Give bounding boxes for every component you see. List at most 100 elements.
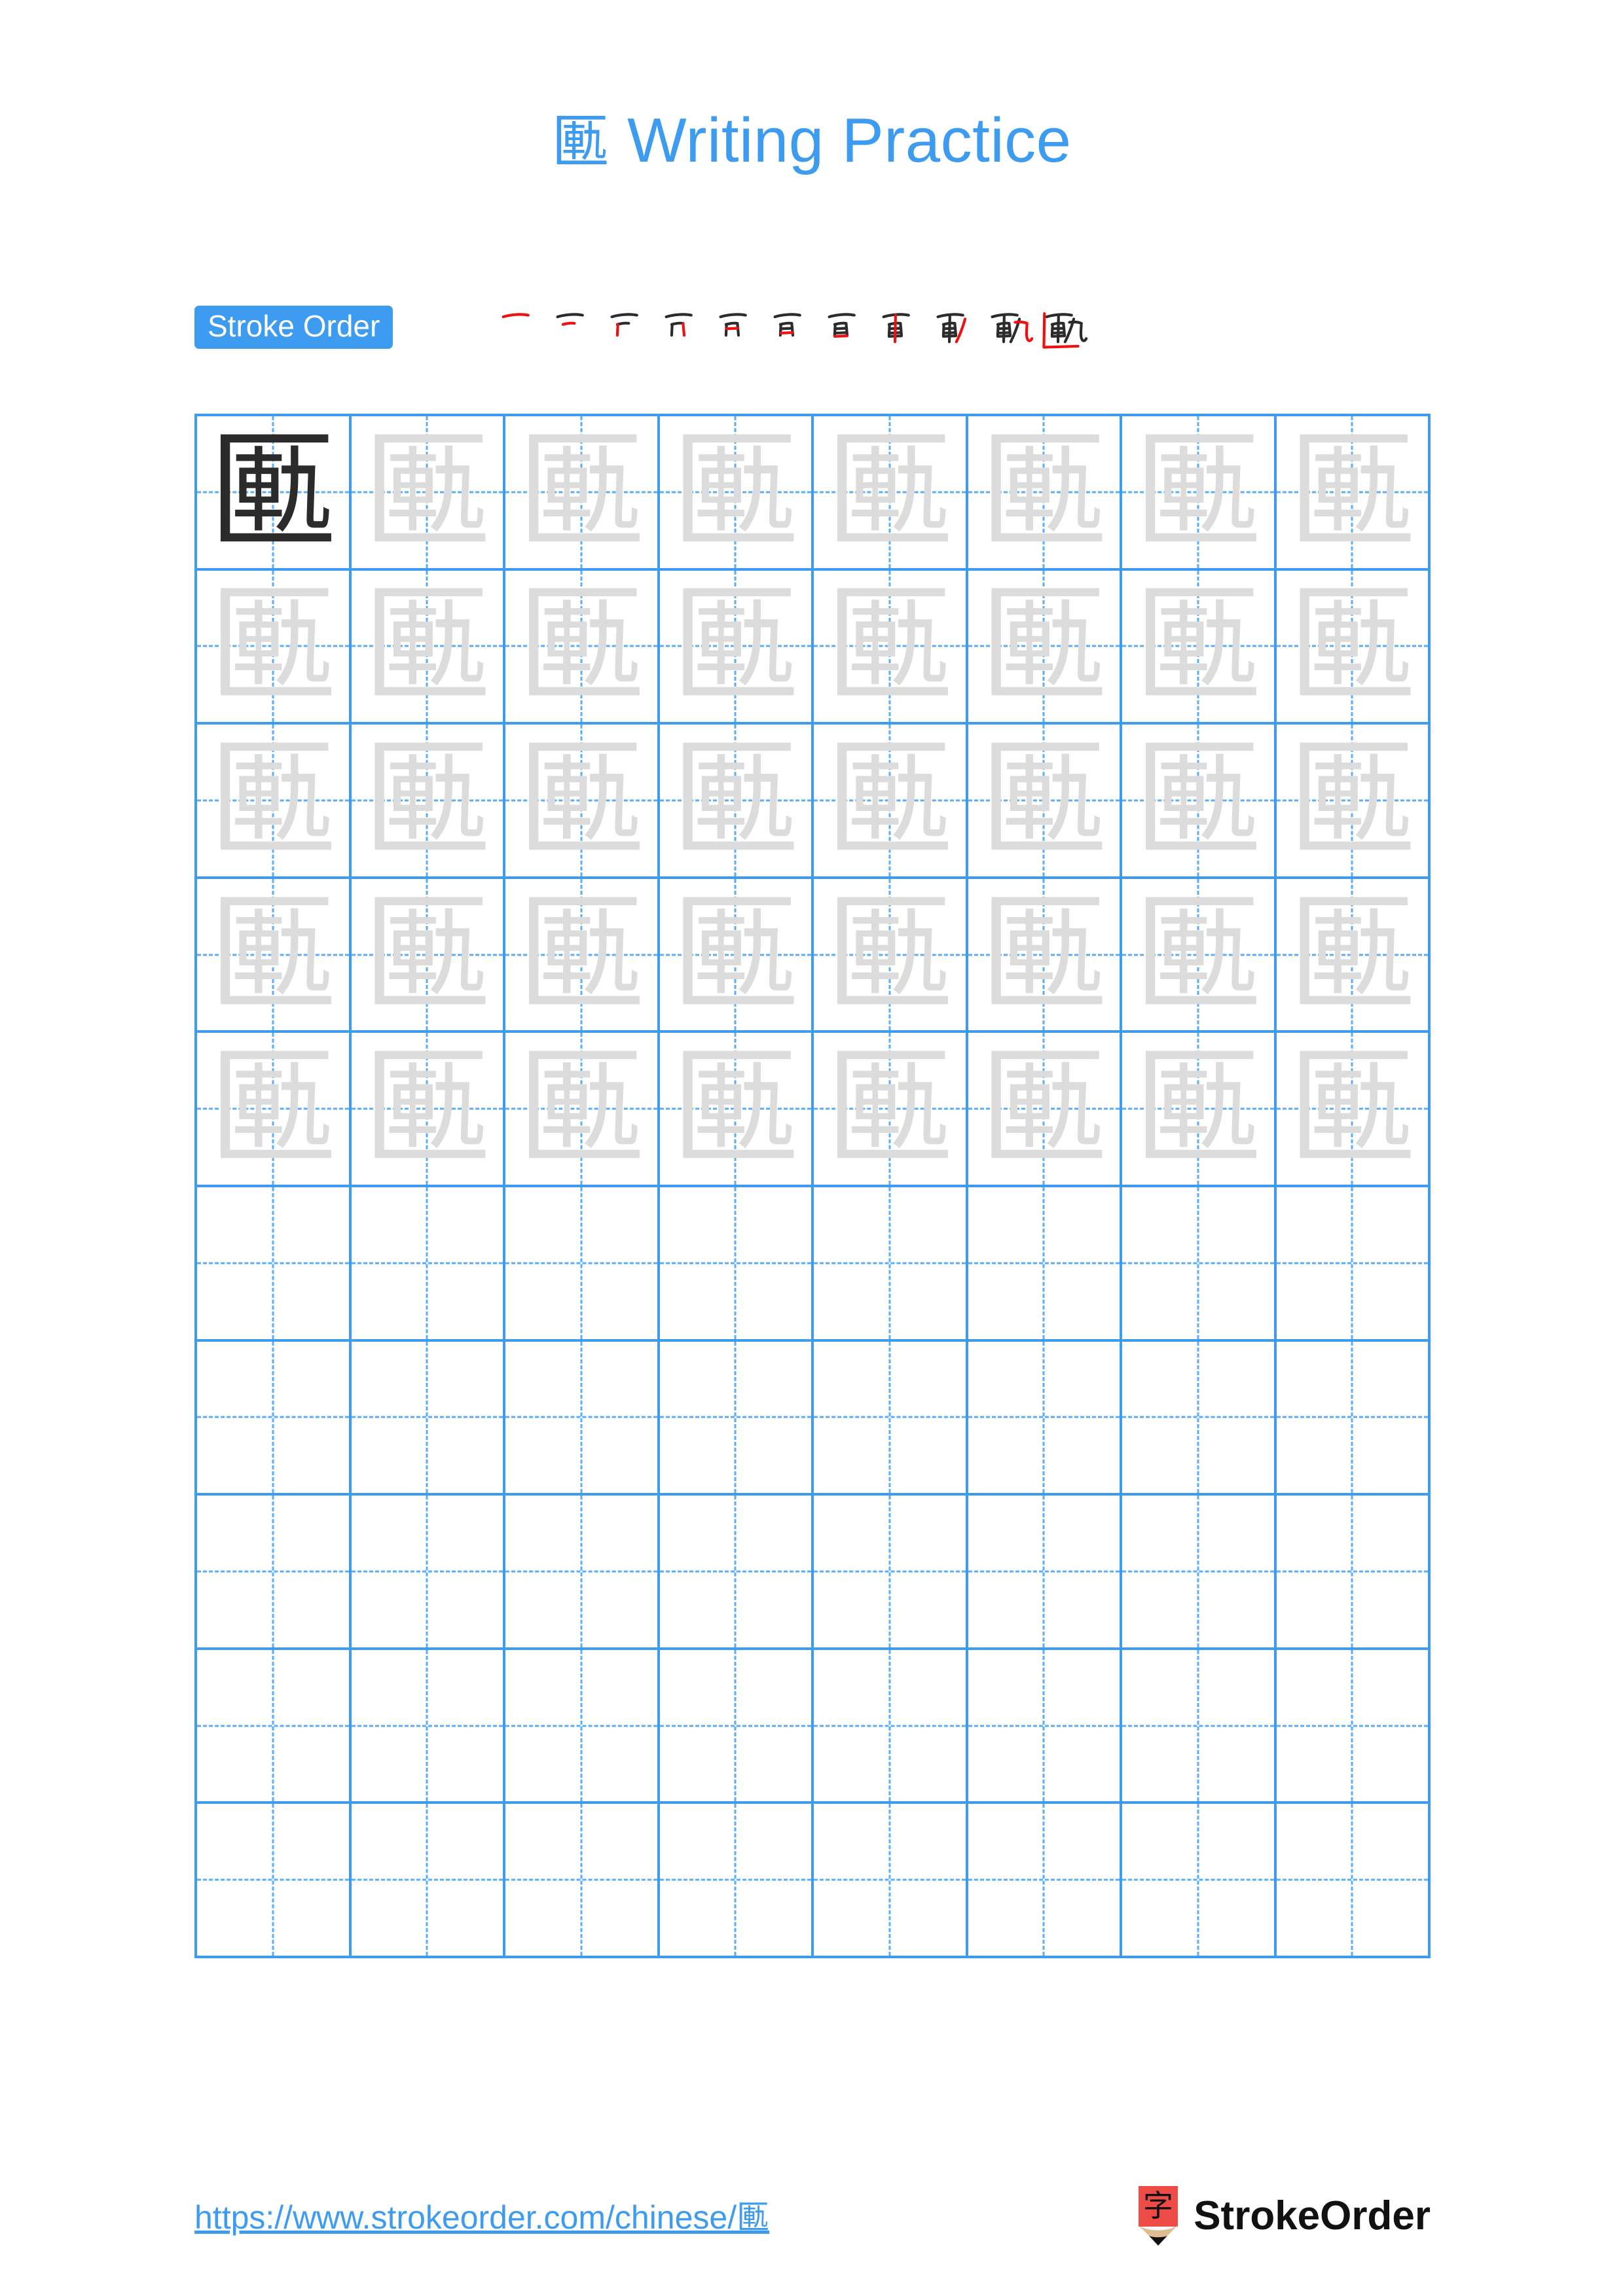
practice-cell-r7-c1[interactable]	[197, 1341, 352, 1496]
practice-cell-r6-c3[interactable]	[505, 1187, 660, 1342]
practice-cell-r9-c6[interactable]	[968, 1649, 1122, 1804]
practice-cell-r3-c5[interactable]: 匭	[814, 725, 968, 879]
practice-cell-r2-c6[interactable]: 匭	[968, 570, 1122, 725]
practice-cell-r6-c1[interactable]	[197, 1187, 352, 1342]
practice-cell-r5-c6[interactable]: 匭	[968, 1033, 1122, 1187]
practice-cell-r8-c1[interactable]	[197, 1496, 352, 1650]
practice-cell-r7-c3[interactable]	[505, 1341, 660, 1496]
practice-cell-r8-c5[interactable]	[814, 1496, 968, 1650]
practice-cell-r3-c2[interactable]: 匭	[351, 725, 505, 879]
practice-cell-r1-c1[interactable]: 匭	[197, 416, 352, 571]
trace-character: 匭	[1133, 417, 1262, 567]
practice-cell-r6-c7[interactable]	[1122, 1187, 1277, 1342]
trace-character: 匭	[1288, 571, 1417, 721]
practice-cell-r6-c6[interactable]	[968, 1187, 1122, 1342]
practice-cell-r5-c7[interactable]: 匭	[1122, 1033, 1277, 1187]
practice-cell-r1-c7[interactable]: 匭	[1122, 416, 1277, 571]
svg-text:字: 字	[1143, 2188, 1173, 2223]
practice-cell-r9-c1[interactable]	[197, 1649, 352, 1804]
practice-cell-r2-c1[interactable]: 匭	[197, 570, 352, 725]
practice-cell-r6-c4[interactable]	[659, 1187, 814, 1342]
practice-cell-r1-c6[interactable]: 匭	[968, 416, 1122, 571]
practice-cell-r10-c1[interactable]	[197, 1804, 352, 1958]
practice-cell-r3-c4[interactable]: 匭	[659, 725, 814, 879]
page-header: 匭 Writing Practice	[0, 105, 1623, 177]
practice-cell-r3-c3[interactable]: 匭	[505, 725, 660, 879]
practice-cell-r9-c5[interactable]	[814, 1649, 968, 1804]
practice-cell-r5-c5[interactable]: 匭	[814, 1033, 968, 1187]
practice-cell-r9-c2[interactable]	[351, 1649, 505, 1804]
practice-cell-r9-c7[interactable]	[1122, 1649, 1277, 1804]
practice-cell-r7-c8[interactable]	[1276, 1341, 1431, 1496]
practice-cell-r1-c5[interactable]: 匭	[814, 416, 968, 571]
trace-character: 匭	[1133, 725, 1262, 875]
practice-cell-r4-c4[interactable]: 匭	[659, 878, 814, 1033]
practice-cell-r10-c8[interactable]	[1276, 1804, 1431, 1958]
practice-cell-r4-c5[interactable]: 匭	[814, 878, 968, 1033]
stroke-step-9	[927, 298, 981, 361]
practice-cell-r4-c8[interactable]: 匭	[1276, 878, 1431, 1033]
source-url-link[interactable]: https://www.strokeorder.com/chinese/匭	[194, 2191, 769, 2238]
practice-cell-r10-c2[interactable]	[351, 1804, 505, 1958]
practice-cell-r3-c1[interactable]: 匭	[197, 725, 352, 879]
practice-cell-r2-c4[interactable]: 匭	[659, 570, 814, 725]
practice-cell-r8-c4[interactable]	[659, 1496, 814, 1650]
model-character: 匭	[208, 417, 337, 567]
practice-cell-r2-c7[interactable]: 匭	[1122, 570, 1277, 725]
practice-cell-r4-c3[interactable]: 匭	[505, 878, 660, 1033]
practice-cell-r3-c7[interactable]: 匭	[1122, 725, 1277, 879]
practice-cell-r8-c3[interactable]	[505, 1496, 660, 1650]
practice-cell-r8-c7[interactable]	[1122, 1496, 1277, 1650]
practice-cell-r8-c6[interactable]	[968, 1496, 1122, 1650]
practice-cell-r3-c8[interactable]: 匭	[1276, 725, 1431, 879]
practice-cell-r3-c6[interactable]: 匭	[968, 725, 1122, 879]
practice-cell-r5-c1[interactable]: 匭	[197, 1033, 352, 1187]
trace-character: 匭	[825, 880, 954, 1030]
practice-cell-r1-c2[interactable]: 匭	[351, 416, 505, 571]
practice-cell-r10-c4[interactable]	[659, 1804, 814, 1958]
trace-character: 匭	[1133, 571, 1262, 721]
practice-cell-r6-c2[interactable]	[351, 1187, 505, 1342]
practice-cell-r5-c3[interactable]: 匭	[505, 1033, 660, 1187]
stroke-step-8	[873, 298, 927, 361]
practice-cell-r5-c4[interactable]: 匭	[659, 1033, 814, 1187]
stroke-step-10	[981, 298, 1036, 361]
practice-cell-r9-c3[interactable]	[505, 1649, 660, 1804]
page-title-character: 匭	[551, 108, 610, 175]
practice-cell-r2-c3[interactable]: 匭	[505, 570, 660, 725]
practice-cell-r10-c3[interactable]	[505, 1804, 660, 1958]
practice-cell-r9-c4[interactable]	[659, 1649, 814, 1804]
practice-cell-r4-c1[interactable]: 匭	[197, 878, 352, 1033]
trace-character: 匭	[1288, 880, 1417, 1030]
practice-cell-r7-c6[interactable]	[968, 1341, 1122, 1496]
practice-cell-r4-c2[interactable]: 匭	[351, 878, 505, 1033]
practice-cell-r2-c2[interactable]: 匭	[351, 570, 505, 725]
trace-character: 匭	[1288, 725, 1417, 875]
practice-cell-r7-c2[interactable]	[351, 1341, 505, 1496]
practice-cell-r2-c8[interactable]: 匭	[1276, 570, 1431, 725]
practice-cell-r9-c8[interactable]	[1276, 1649, 1431, 1804]
practice-cell-r1-c8[interactable]: 匭	[1276, 416, 1431, 571]
practice-cell-r1-c4[interactable]: 匭	[659, 416, 814, 571]
practice-cell-r7-c5[interactable]	[814, 1341, 968, 1496]
practice-grid: 匭匭匭匭匭匭匭匭匭匭匭匭匭匭匭匭匭匭匭匭匭匭匭匭匭匭匭匭匭匭匭匭匭匭匭匭匭匭匭匭	[194, 414, 1431, 1958]
practice-cell-r5-c8[interactable]: 匭	[1276, 1033, 1431, 1187]
practice-cell-r1-c3[interactable]: 匭	[505, 416, 660, 571]
trace-character: 匭	[671, 725, 800, 875]
practice-cell-r8-c8[interactable]	[1276, 1496, 1431, 1650]
practice-cell-r5-c2[interactable]: 匭	[351, 1033, 505, 1187]
trace-character: 匭	[517, 880, 646, 1030]
trace-character: 匭	[671, 880, 800, 1030]
trace-character: 匭	[671, 571, 800, 721]
practice-cell-r10-c7[interactable]	[1122, 1804, 1277, 1958]
practice-cell-r8-c2[interactable]	[351, 1496, 505, 1650]
practice-cell-r4-c7[interactable]: 匭	[1122, 878, 1277, 1033]
practice-cell-r10-c5[interactable]	[814, 1804, 968, 1958]
practice-cell-r2-c5[interactable]: 匭	[814, 570, 968, 725]
practice-cell-r10-c6[interactable]	[968, 1804, 1122, 1958]
practice-cell-r7-c7[interactable]	[1122, 1341, 1277, 1496]
practice-cell-r6-c8[interactable]	[1276, 1187, 1431, 1342]
practice-cell-r7-c4[interactable]	[659, 1341, 814, 1496]
practice-cell-r6-c5[interactable]	[814, 1187, 968, 1342]
practice-cell-r4-c6[interactable]: 匭	[968, 878, 1122, 1033]
